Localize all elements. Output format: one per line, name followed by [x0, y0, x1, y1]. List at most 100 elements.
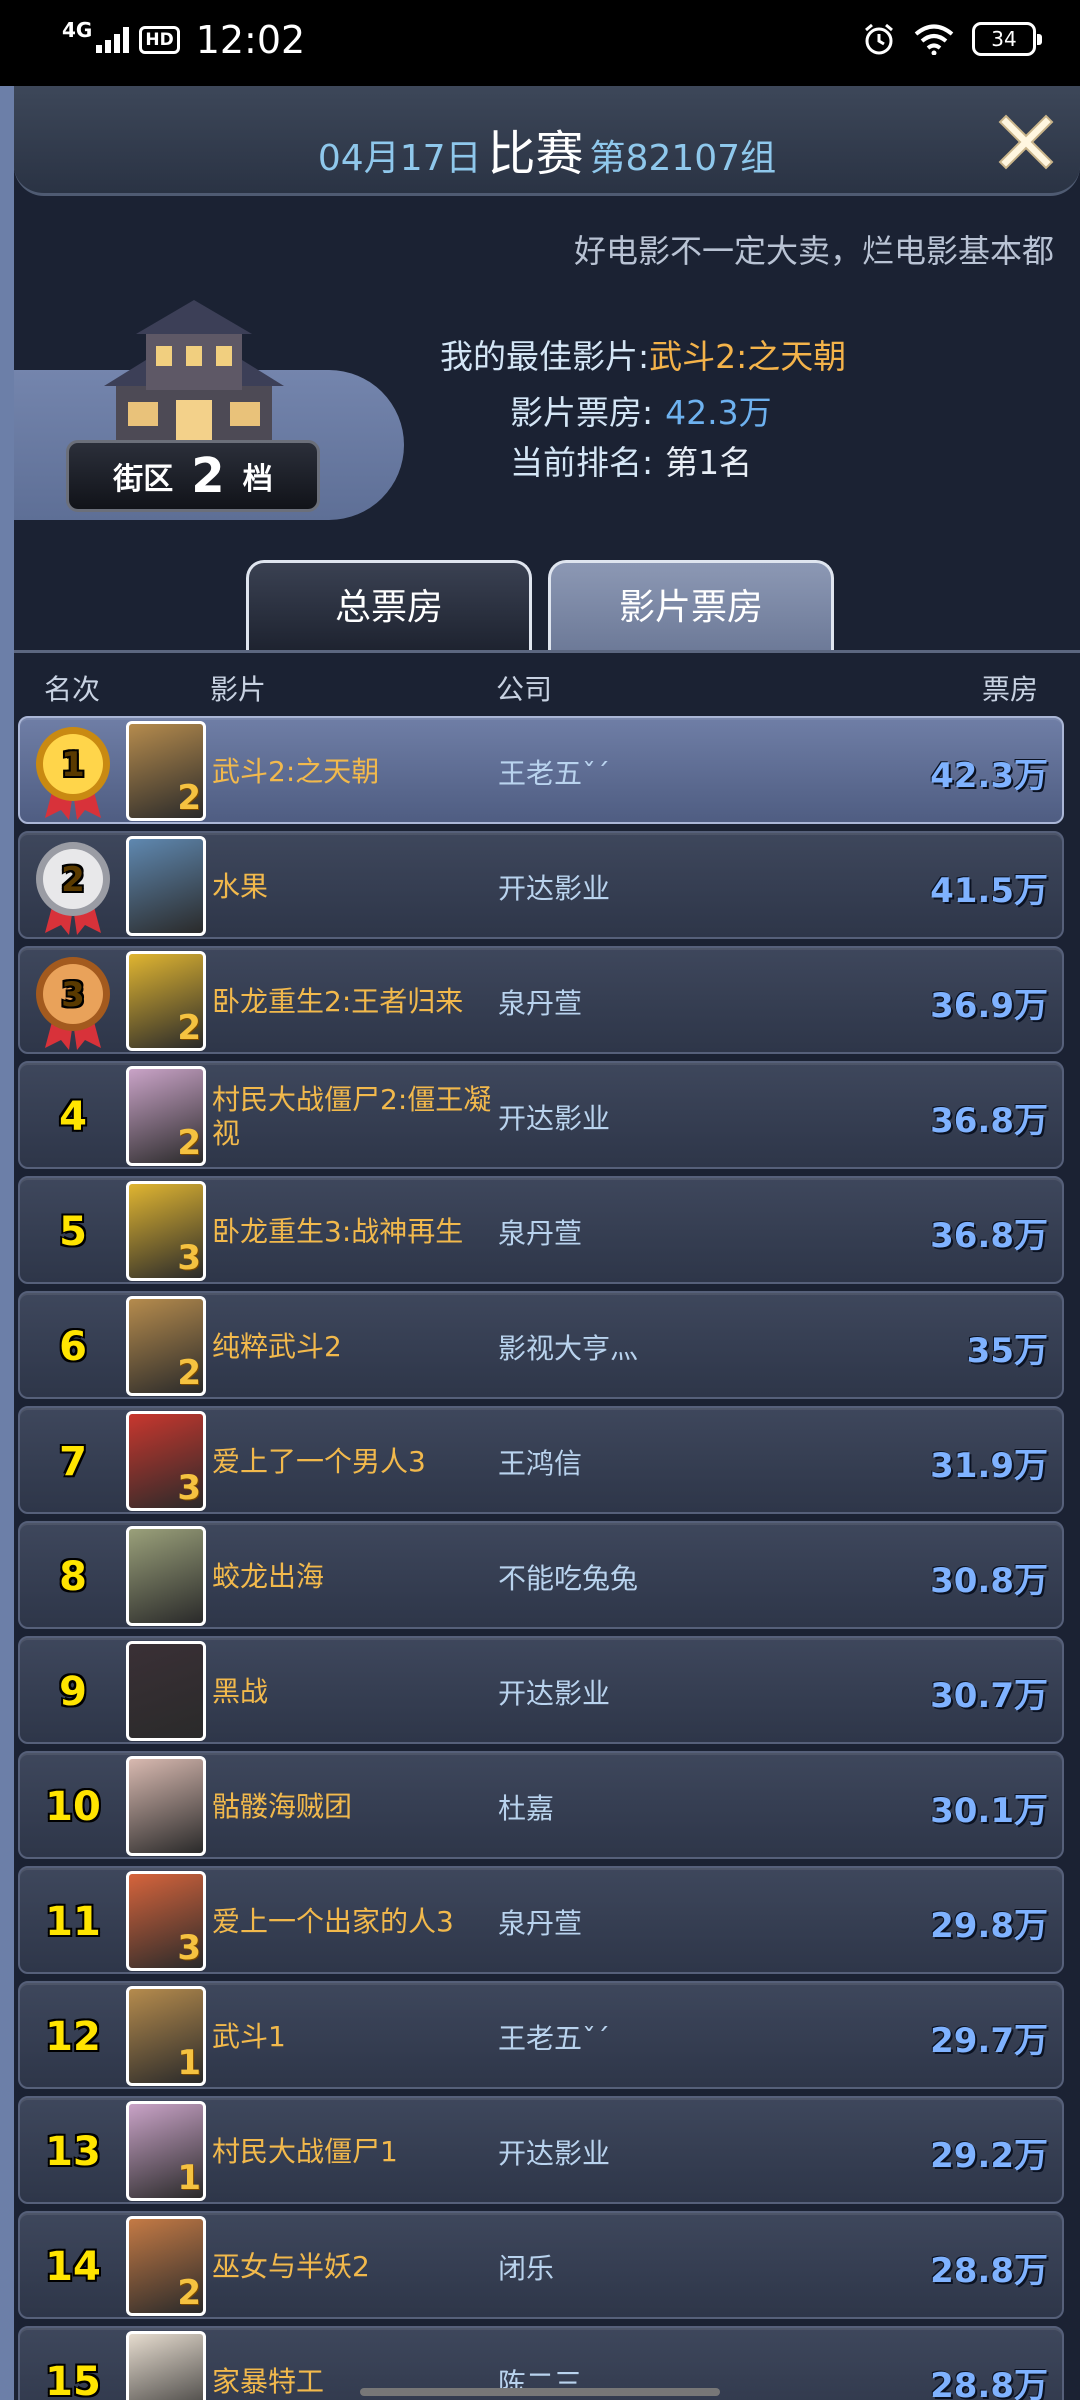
film-title: 卧龙重生2:王者归来	[212, 985, 464, 1018]
company-name: 闭乐	[498, 2252, 555, 2285]
rank-number: 12	[45, 2014, 101, 2060]
district-label: 街区	[113, 462, 174, 497]
ranking-row[interactable]: 12 1 武斗1 王老五ˇˊ 29.7万	[18, 1981, 1064, 2089]
film-poster[interactable]: 2	[126, 1296, 206, 1396]
film-poster[interactable]	[126, 1756, 206, 1856]
company-name: 王鸿信	[498, 1447, 583, 1480]
film-poster[interactable]: 2	[126, 2216, 206, 2316]
box-office-value: 42.3万	[665, 393, 772, 432]
sequel-number: 3	[177, 1468, 201, 1508]
film-title: 纯粹武斗2	[212, 1330, 342, 1363]
film-poster[interactable]	[126, 2331, 206, 2400]
box-office-value: 30.1万	[930, 1790, 1048, 1831]
company-name: 开达影业	[498, 1102, 611, 1135]
rank-cell: 6	[28, 1293, 118, 1401]
ranking-row[interactable]: 8 蛟龙出海 不能吃兔兔 30.8万	[18, 1521, 1064, 1629]
rank-cell: 11	[28, 1868, 118, 1976]
box-office-value: 29.2万	[930, 2135, 1048, 2176]
rank-cell: 2	[28, 833, 118, 941]
rank-cell: 3	[28, 948, 118, 1056]
film-poster[interactable]: 3	[126, 1181, 206, 1281]
column-company: 公司	[496, 673, 553, 706]
rank-cell: 8	[28, 1523, 118, 1631]
sequel-number: 2	[177, 1008, 201, 1048]
current-rank-label: 当前排名:	[510, 443, 654, 482]
film-poster[interactable]: 2	[126, 1066, 206, 1166]
company-name: 影视大亨灬	[498, 1332, 639, 1365]
sequel-number: 2	[177, 1123, 201, 1163]
rank-number: 13	[45, 2129, 101, 2175]
film-poster[interactable]: 1	[126, 2101, 206, 2201]
network-type: 4G	[62, 18, 93, 42]
ranking-row[interactable]: 6 2 纯粹武斗2 影视大亨灬 35万	[18, 1291, 1064, 1399]
film-poster[interactable]	[126, 1526, 206, 1626]
clock: 12:02	[195, 18, 306, 62]
box-office-value: 29.7万	[930, 2020, 1048, 2061]
box-office-value: 30.8万	[930, 1560, 1048, 1601]
district-unit: 档	[242, 462, 273, 497]
company-name: 开达影业	[498, 872, 611, 905]
film-title: 蛟龙出海	[212, 1560, 325, 1593]
medal-icon: 1	[36, 727, 110, 820]
ranking-row[interactable]: 11 3 爱上一个出家的人3 泉丹萱 29.8万	[18, 1866, 1064, 1974]
column-rank: 名次	[44, 673, 101, 706]
box-office-value: 28.8万	[930, 2250, 1048, 2291]
ranking-row[interactable]: 2 水果 开达影业 41.5万	[18, 831, 1064, 939]
rank-cell: 1	[28, 718, 118, 826]
rank-number: 11	[45, 1899, 101, 1945]
column-box-office: 票房	[982, 673, 1039, 706]
company-name: 王老五ˇˊ	[498, 757, 611, 790]
rank-number: 5	[59, 1209, 87, 1255]
match-header: 04月17日 比赛 第82107组	[14, 86, 1080, 196]
close-icon[interactable]	[994, 108, 1058, 172]
film-poster[interactable]: 1	[126, 1986, 206, 2086]
wifi-icon	[914, 24, 954, 55]
film-poster[interactable]: 2	[126, 951, 206, 1051]
ranking-row[interactable]: 14 2 巫女与半妖2 闭乐 28.8万	[18, 2211, 1064, 2319]
medal-rank-number: 3	[61, 975, 85, 1015]
ranking-row[interactable]: 9 黑战 开达影业 30.7万	[18, 1636, 1064, 1744]
sequel-number: 3	[177, 1928, 201, 1968]
rank-number: 9	[59, 1669, 87, 1715]
film-poster[interactable]: 2	[126, 721, 206, 821]
sequel-number: 2	[177, 2273, 201, 2313]
current-rank-value: 第1名	[665, 443, 753, 482]
ranking-row[interactable]: 5 3 卧龙重生3:战神再生 泉丹萱 36.8万	[18, 1176, 1064, 1284]
film-title: 水果	[212, 870, 269, 903]
ranking-row[interactable]: 4 2 村民大战僵尸2:僵王凝视 开达影业 36.8万	[18, 1061, 1064, 1169]
rank-cell: 13	[28, 2098, 118, 2206]
ranking-row[interactable]: 7 3 爱上了一个男人3 王鸿信 31.9万	[18, 1406, 1064, 1514]
film-title: 黑战	[212, 1675, 269, 1708]
column-film: 影片	[210, 673, 267, 706]
slogan-marquee: 好电影不一定大卖，烂电影基本都	[574, 232, 1055, 270]
film-title: 爱上了一个男人3	[212, 1445, 426, 1478]
rank-cell: 15	[28, 2328, 118, 2400]
tab-film-box-office[interactable]: 影片票房	[548, 560, 834, 650]
rank-number: 10	[45, 1784, 101, 1830]
rank-number: 8	[59, 1554, 87, 1600]
rank-cell: 4	[28, 1063, 118, 1171]
rank-number: 4	[59, 1094, 87, 1140]
box-office-value: 31.9万	[930, 1445, 1048, 1486]
box-office-value: 41.5万	[930, 870, 1048, 911]
ranking-row[interactable]: 10 骷髅海贼团 杜嘉 30.1万	[18, 1751, 1064, 1859]
film-poster[interactable]	[126, 1641, 206, 1741]
company-name: 泉丹萱	[498, 1907, 583, 1940]
tab-total-box-office[interactable]: 总票房	[246, 560, 532, 650]
film-title: 爱上一个出家的人3	[212, 1905, 454, 1938]
box-office-value: 29.8万	[930, 1905, 1048, 1946]
ranking-row[interactable]: 3 2 卧龙重生2:王者归来 泉丹萱 36.9万	[18, 946, 1064, 1054]
film-poster[interactable]	[126, 836, 206, 936]
film-poster[interactable]: 3	[126, 1871, 206, 1971]
match-label: 比赛	[487, 126, 584, 182]
film-title: 武斗1	[212, 2020, 286, 2053]
film-poster[interactable]: 3	[126, 1411, 206, 1511]
medal-rank-number: 2	[61, 860, 85, 900]
rank-cell: 12	[28, 1983, 118, 2091]
film-title: 武斗2:之天朝	[212, 755, 380, 788]
sequel-number: 1	[177, 2043, 201, 2083]
box-office-value: 42.3万	[930, 755, 1048, 796]
box-office-value: 36.9万	[930, 985, 1048, 1026]
ranking-row[interactable]: 1 2 武斗2:之天朝 王老五ˇˊ 42.3万	[18, 716, 1064, 824]
ranking-row[interactable]: 13 1 村民大战僵尸1 开达影业 29.2万	[18, 2096, 1064, 2204]
